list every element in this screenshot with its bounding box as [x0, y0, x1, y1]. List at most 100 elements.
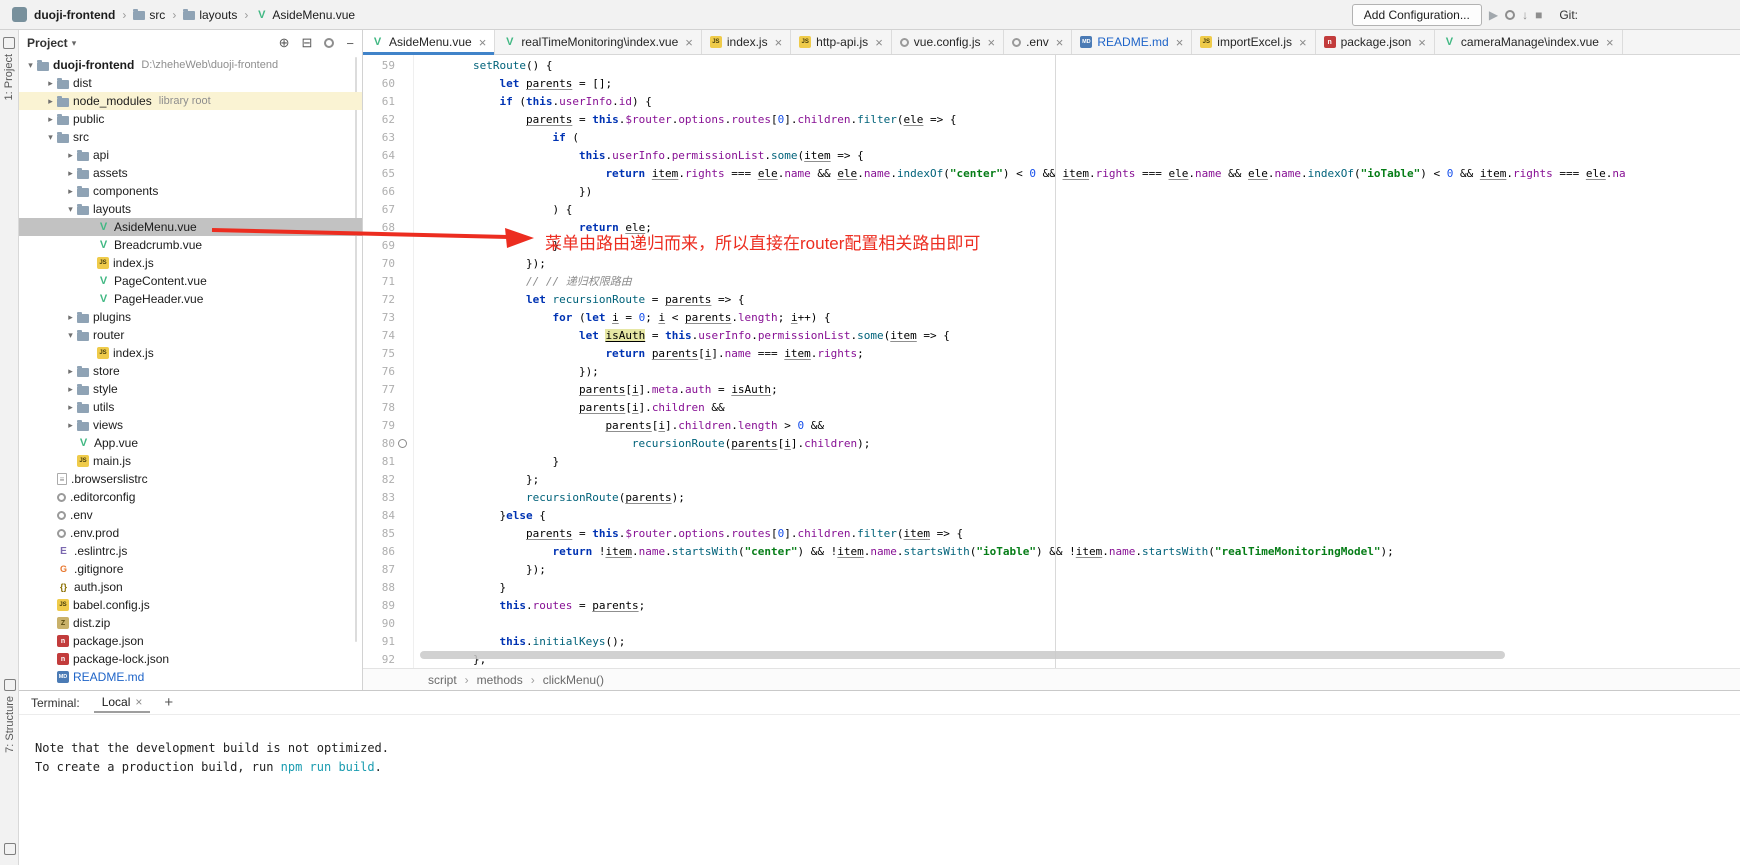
settings-button[interactable]	[324, 38, 334, 48]
line-number[interactable]: 87	[363, 561, 395, 579]
tree-item-env-prod[interactable]: .env.prod	[19, 524, 362, 542]
code-line-80[interactable]: 80 recursionRoute(parents[i].children);	[363, 435, 1740, 453]
collapse-all-button[interactable]: ⊟	[302, 35, 313, 51]
chevron-right-icon[interactable]: ▸	[64, 168, 77, 179]
code-editor[interactable]: 59 setRoute() {60 let parents = [];61 if…	[363, 55, 1740, 668]
tree-item-src[interactable]: ▾src	[19, 128, 362, 146]
line-number[interactable]: 88	[363, 579, 395, 597]
code-line-62[interactable]: 62 parents = this.$router.options.routes…	[363, 111, 1740, 129]
tree-item-store[interactable]: ▸store	[19, 362, 362, 380]
code-line-69[interactable]: 69 }	[363, 237, 1740, 255]
tree-item-node-modules[interactable]: ▸node_moduleslibrary root	[19, 92, 362, 110]
code-line-70[interactable]: 70 });	[363, 255, 1740, 273]
line-number[interactable]: 83	[363, 489, 395, 507]
tree-item-dist[interactable]: ▸dist	[19, 74, 362, 92]
line-number[interactable]: 76	[363, 363, 395, 381]
close-tab-icon[interactable]: ×	[1418, 35, 1426, 50]
recursive-call-icon[interactable]	[395, 435, 409, 453]
code-line-73[interactable]: 73 for (let i = 0; i < parents.length; i…	[363, 309, 1740, 327]
line-number[interactable]: 60	[363, 75, 395, 93]
close-tab-icon[interactable]: ×	[1056, 35, 1064, 50]
code-line-63[interactable]: 63 if (	[363, 129, 1740, 147]
line-number[interactable]: 63	[363, 129, 395, 147]
chevron-right-icon[interactable]: ▸	[64, 186, 77, 197]
code-line-82[interactable]: 82 };	[363, 471, 1740, 489]
line-number[interactable]: 71	[363, 273, 395, 291]
git-label[interactable]: Git:	[1559, 8, 1578, 22]
chevron-right-icon[interactable]: ▸	[44, 78, 57, 89]
line-number[interactable]: 70	[363, 255, 395, 273]
breadcrumb-script[interactable]: script	[428, 673, 457, 687]
project-name[interactable]: duoji-frontend	[34, 8, 115, 22]
code-line-85[interactable]: 85 parents = this.$router.options.routes…	[363, 525, 1740, 543]
line-number[interactable]: 90	[363, 615, 395, 633]
close-tab-icon[interactable]: ×	[987, 35, 995, 50]
tool-window-favorites-icon[interactable]	[4, 843, 16, 855]
line-number[interactable]: 84	[363, 507, 395, 525]
line-number[interactable]: 64	[363, 147, 395, 165]
code-line-59[interactable]: 59 setRoute() {	[363, 57, 1740, 75]
tab-readme-md[interactable]: MDREADME.md×	[1072, 30, 1192, 54]
tree-item-utils[interactable]: ▸utils	[19, 398, 362, 416]
line-number[interactable]: 66	[363, 183, 395, 201]
line-number[interactable]: 62	[363, 111, 395, 129]
line-number[interactable]: 77	[363, 381, 395, 399]
stop-button[interactable]: ■	[1535, 8, 1542, 22]
line-number[interactable]: 75	[363, 345, 395, 363]
code-line-86[interactable]: 86 return !item.name.startsWith("center"…	[363, 543, 1740, 561]
tree-item-dist-zip[interactable]: Zdist.zip	[19, 614, 362, 632]
tree-item-babel-config-js[interactable]: JSbabel.config.js	[19, 596, 362, 614]
close-tab-icon[interactable]: ×	[1299, 35, 1307, 50]
tab-index-js[interactable]: JSindex.js×	[702, 30, 791, 54]
new-terminal-button[interactable]: +	[164, 694, 173, 711]
close-icon[interactable]: ×	[135, 695, 142, 709]
code-line-76[interactable]: 76 });	[363, 363, 1740, 381]
close-tab-icon[interactable]: ×	[1176, 35, 1184, 50]
close-tab-icon[interactable]: ×	[775, 35, 783, 50]
tab-package-json[interactable]: npackage.json×	[1316, 30, 1435, 54]
tab-realtimemonitoring-index-vue[interactable]: VrealTimeMonitoring\index.vue×	[495, 30, 702, 54]
tab-vue-config-js[interactable]: vue.config.js×	[892, 30, 1004, 54]
line-number[interactable]: 69	[363, 237, 395, 255]
code-line-90[interactable]: 90	[363, 615, 1740, 633]
horizontal-scrollbar[interactable]	[420, 651, 1505, 659]
tree-item-readme-md[interactable]: MDREADME.md	[19, 668, 362, 686]
chevron-right-icon[interactable]: ▸	[64, 384, 77, 395]
chevron-right-icon[interactable]: ▸	[44, 114, 57, 125]
terminal-output[interactable]: Note that the development build is not o…	[19, 715, 1740, 777]
tree-item-public[interactable]: ▸public	[19, 110, 362, 128]
chevron-down-icon[interactable]: ▾	[72, 38, 77, 49]
tree-item-breadcrumb-vue[interactable]: VBreadcrumb.vue	[19, 236, 362, 254]
code-line-79[interactable]: 79 parents[i].children.length > 0 &&	[363, 417, 1740, 435]
add-configuration-button[interactable]: Add Configuration...	[1352, 4, 1482, 26]
code-line-91[interactable]: 91 this.initialKeys();	[363, 633, 1740, 651]
breadcrumb-methods[interactable]: methods	[477, 673, 523, 687]
tree-item-duoji-frontend[interactable]: ▾duoji-frontendD:\zheheWeb\duoji-fronten…	[19, 56, 362, 74]
tree-item-package-json[interactable]: npackage.json	[19, 632, 362, 650]
debug-button[interactable]	[1505, 10, 1515, 20]
code-line-83[interactable]: 83 recursionRoute(parents);	[363, 489, 1740, 507]
code-line-64[interactable]: 64 this.userInfo.permissionList.some(ite…	[363, 147, 1740, 165]
hide-panel-button[interactable]: −	[346, 36, 354, 51]
sync-button[interactable]: ↓	[1522, 8, 1528, 22]
chevron-right-icon[interactable]: ▸	[64, 402, 77, 413]
close-tab-icon[interactable]: ×	[1606, 35, 1614, 50]
code-line-71[interactable]: 71 // // 递归权限路由	[363, 273, 1740, 291]
chevron-down-icon[interactable]: ▾	[44, 132, 57, 143]
chevron-down-icon[interactable]: ▾	[64, 204, 77, 215]
code-line-68[interactable]: 68 return ele;	[363, 219, 1740, 237]
tab-asidemenu-vue[interactable]: VAsideMenu.vue×	[363, 30, 495, 54]
tree-item-pagecontent-vue[interactable]: VPageContent.vue	[19, 272, 362, 290]
code-line-74[interactable]: 74 let isAuth = this.userInfo.permission…	[363, 327, 1740, 345]
tree-item-views[interactable]: ▸views	[19, 416, 362, 434]
line-number[interactable]: 65	[363, 165, 395, 183]
tree-item-env[interactable]: .env	[19, 506, 362, 524]
tree-item-index-js[interactable]: JSindex.js	[19, 254, 362, 272]
close-tab-icon[interactable]: ×	[875, 35, 883, 50]
tree-item-browserslistrc[interactable]: ≡.browserslistrc	[19, 470, 362, 488]
tree-item-app-vue[interactable]: VApp.vue	[19, 434, 362, 452]
tab-env[interactable]: .env×	[1004, 30, 1072, 54]
chevron-down-icon[interactable]: ▾	[64, 330, 77, 341]
tree-item-package-lock-json[interactable]: npackage-lock.json	[19, 650, 362, 668]
code-line-87[interactable]: 87 });	[363, 561, 1740, 579]
